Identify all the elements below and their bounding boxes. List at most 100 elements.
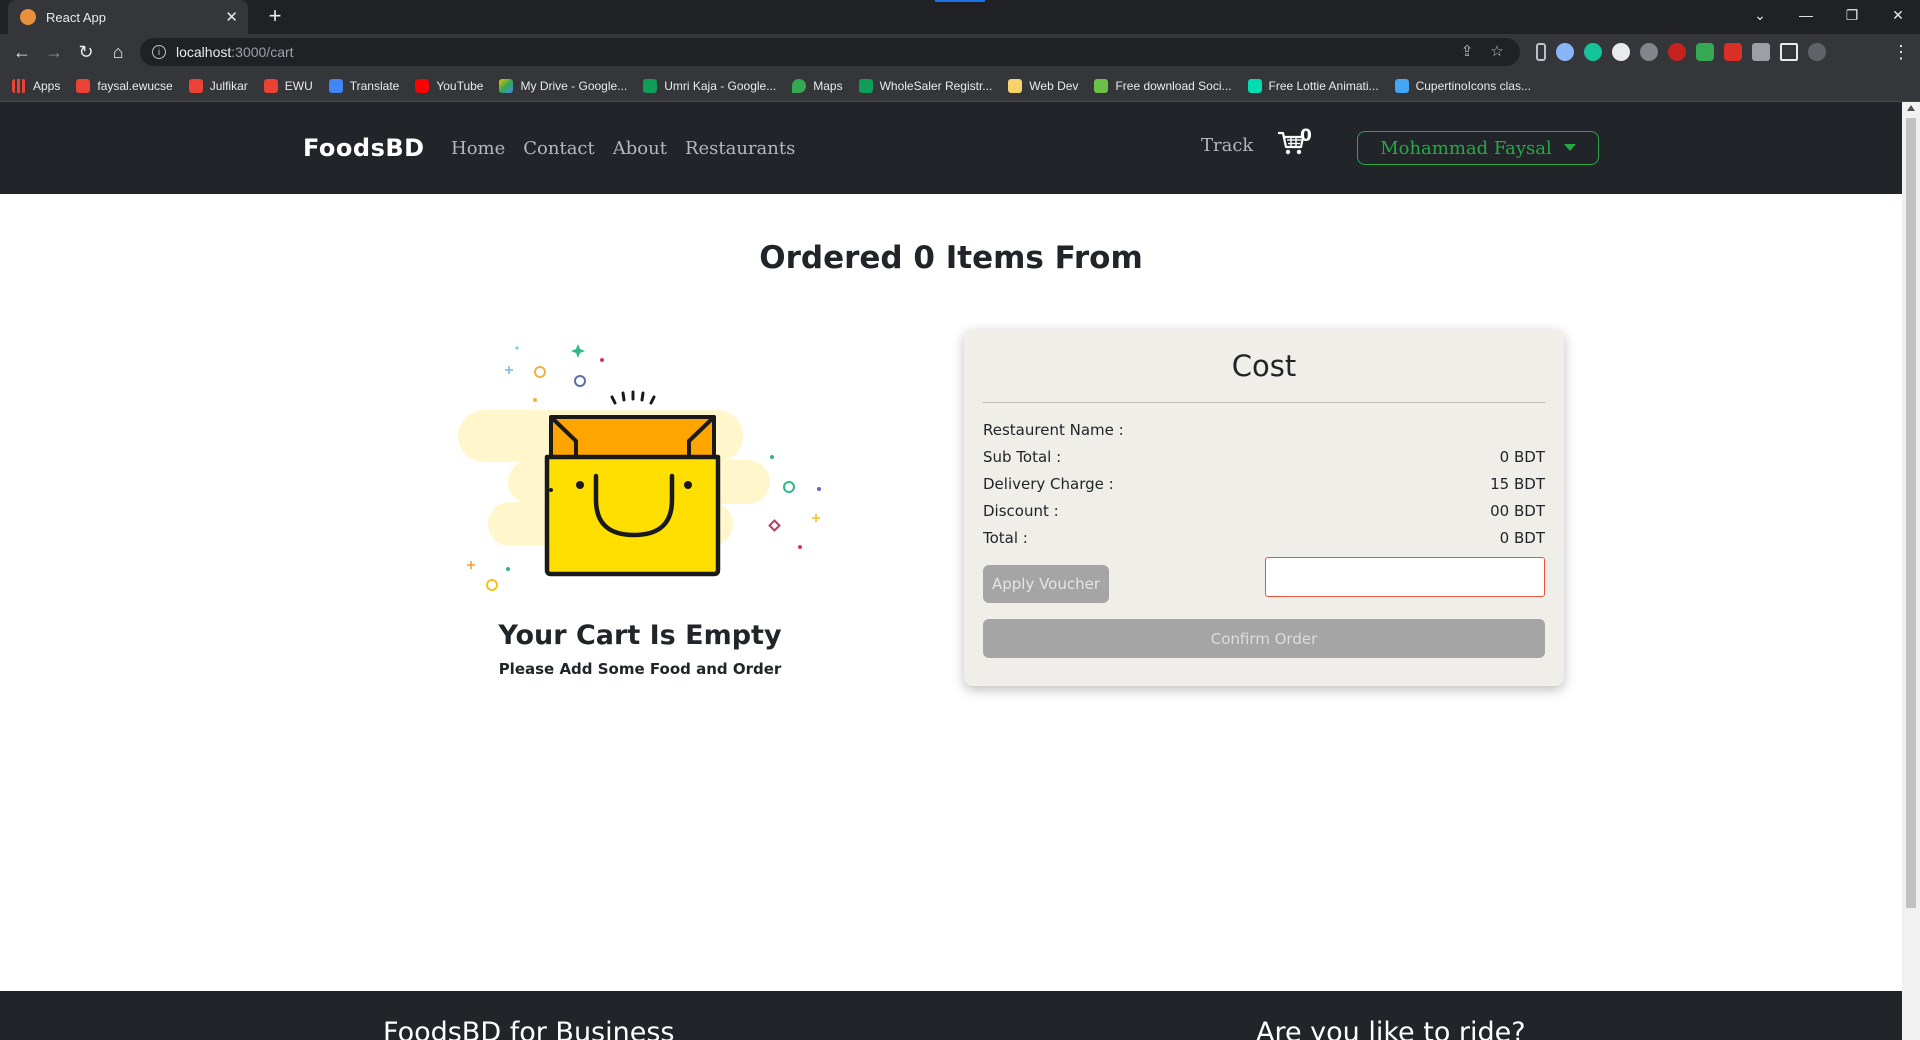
cost-card: Cost Restaurent Name : Sub Total : 0 BDT…: [964, 329, 1564, 686]
nav-contact[interactable]: Contact: [523, 138, 594, 159]
clock-extension-icon[interactable]: [1612, 43, 1630, 61]
bookmark-apps[interactable]: Apps: [12, 78, 60, 93]
browser-menu-icon[interactable]: ⋮: [1892, 38, 1910, 66]
total-row: Total : 0 BDT: [983, 529, 1545, 551]
sheets-icon: [643, 78, 658, 93]
restore-icon[interactable]: ❐: [1830, 0, 1874, 30]
discount-row: Discount : 00 BDT: [983, 502, 1545, 524]
cost-row-label: Delivery Charge :: [983, 475, 1114, 493]
cart-count-badge: 0: [1300, 126, 1312, 146]
scroll-up-arrow-icon[interactable]: [1907, 105, 1915, 111]
confirm-order-button[interactable]: Confirm Order: [983, 619, 1545, 658]
lottie-icon: [1247, 78, 1262, 93]
ublock-icon[interactable]: [1668, 43, 1686, 61]
maps-pin-icon: [792, 78, 807, 93]
subtotal-row: Sub Total : 0 BDT: [983, 448, 1545, 470]
flutter-icon: [1394, 78, 1409, 93]
bookmark-label: CupertinoIcons clas...: [1415, 78, 1531, 93]
cost-row-value: 00 BDT: [1490, 502, 1545, 520]
bookmark-youtube[interactable]: YouTube: [415, 78, 484, 93]
cost-row-value: 0 BDT: [1499, 529, 1545, 547]
grammarly-icon[interactable]: [1584, 43, 1602, 61]
bookmark-gmail-3[interactable]: EWU: [263, 78, 313, 93]
apps-grid-icon: [12, 78, 26, 93]
scroll-thumb[interactable]: [1906, 118, 1916, 908]
leaf-icon: [1094, 78, 1109, 93]
bookmark-gmail-1[interactable]: faysal.ewucse: [76, 78, 173, 93]
device-icon[interactable]: [1536, 43, 1546, 61]
pen-extension-icon[interactable]: [1556, 43, 1574, 61]
bookmark-cupertino[interactable]: CupertinoIcons clas...: [1394, 78, 1531, 93]
site-footer: FoodsBD for Business Are you like to rid…: [0, 991, 1902, 1040]
nav-links: Home Contact About Restaurants: [451, 138, 795, 159]
apply-voucher-button[interactable]: Apply Voucher: [983, 565, 1109, 603]
profile-avatar-icon[interactable]: [1808, 43, 1826, 61]
youtube-icon: [415, 78, 430, 93]
cost-row-label: Discount :: [983, 502, 1059, 520]
user-dropdown-button[interactable]: Mohammad Faysal: [1357, 131, 1599, 165]
reload-icon[interactable]: ↻: [72, 38, 100, 66]
page-title: Ordered 0 Items From: [759, 240, 1143, 276]
cost-row-value: 0 BDT: [1499, 448, 1545, 466]
bookmark-lottie[interactable]: Free Lottie Animati...: [1247, 78, 1379, 93]
red-extension-icon[interactable]: [1724, 43, 1742, 61]
bookmark-social[interactable]: Free download Soci...: [1094, 78, 1232, 93]
tab-title: React App: [46, 9, 106, 25]
google-drive-icon: [499, 78, 514, 93]
restaurant-name-row: Restaurent Name :: [983, 421, 1545, 443]
bookmark-translate[interactable]: Translate: [328, 78, 400, 93]
url-path: :3000/cart: [231, 44, 294, 60]
shopping-bag-icon: [544, 390, 721, 577]
user-name: Mohammad Faysal: [1380, 137, 1552, 159]
minimize-icon[interactable]: —: [1784, 0, 1828, 30]
nav-home[interactable]: Home: [451, 138, 505, 159]
tab-search-icon[interactable]: ⌄: [1738, 0, 1782, 30]
sheets-icon: [858, 78, 873, 93]
bookmark-maps[interactable]: Maps: [792, 78, 843, 93]
tab-close-icon[interactable]: ✕: [225, 8, 238, 26]
voucher-input[interactable]: [1265, 557, 1545, 597]
page-scrollbar[interactable]: [1902, 102, 1920, 1040]
puzzle-extensions-icon[interactable]: [1752, 43, 1770, 61]
browser-toolbar: ← → ↻ ⌂ i localhost:3000/cart ⇪ ☆ ⋮: [0, 34, 1920, 70]
back-arrow-icon[interactable]: ←: [8, 38, 36, 66]
translate-icon: [328, 78, 343, 93]
browser-tab[interactable]: React App ✕: [8, 0, 248, 34]
home-icon[interactable]: ⌂: [104, 38, 132, 66]
new-tab-button[interactable]: +: [262, 4, 288, 30]
cloud-extension-icon[interactable]: [1640, 43, 1658, 61]
bookmark-star-icon[interactable]: ☆: [1484, 38, 1510, 66]
shield-extension-icon[interactable]: [1696, 43, 1714, 61]
window-drag-indicator: [935, 0, 985, 2]
empty-cart-title: Your Cart Is Empty: [498, 620, 782, 651]
bookmark-label: Free download Soci...: [1115, 78, 1232, 93]
bookmark-sheet-1[interactable]: Umri Kaja - Google...: [643, 78, 776, 93]
side-panel-icon[interactable]: [1780, 43, 1798, 61]
cost-row-value: 15 BDT: [1490, 475, 1545, 493]
bookmark-label: My Drive - Google...: [520, 78, 628, 93]
empty-cart-subtitle: Please Add Some Food and Order: [498, 660, 782, 678]
brand-logo[interactable]: FoodsBD: [303, 134, 425, 162]
bookmark-label: YouTube: [436, 78, 484, 93]
nav-about[interactable]: About: [613, 138, 667, 159]
footer-business-heading: FoodsBD for Business: [383, 1017, 675, 1040]
bookmark-sheet-2[interactable]: WholeSaler Registr...: [858, 78, 992, 93]
empty-bag-illustration: [458, 344, 821, 591]
track-link[interactable]: Track: [1201, 135, 1253, 156]
bookmark-gmail-2[interactable]: Julfikar: [188, 78, 248, 93]
gmail-icon: [188, 78, 203, 93]
share-icon[interactable]: ⇪: [1454, 38, 1480, 66]
bookmark-label: Julfikar: [209, 78, 248, 93]
bookmark-webdev[interactable]: Web Dev: [1008, 78, 1078, 93]
address-bar[interactable]: i localhost:3000/cart ⇪ ☆: [140, 38, 1520, 66]
nav-restaurants[interactable]: Restaurants: [685, 138, 795, 159]
bookmark-drive[interactable]: My Drive - Google...: [499, 78, 628, 93]
forward-arrow-icon[interactable]: →: [40, 38, 68, 66]
bookmark-label: Translate: [349, 78, 400, 93]
bookmark-label: Free Lottie Animati...: [1268, 78, 1379, 93]
folder-icon: [1008, 78, 1023, 93]
site-info-icon[interactable]: i: [152, 45, 166, 59]
footer-ride-heading: Are you like to ride?: [1256, 1017, 1526, 1040]
browser-titlebar: React App ✕ + ⌄ — ❐ ✕: [0, 0, 1920, 34]
close-window-icon[interactable]: ✕: [1876, 0, 1920, 30]
